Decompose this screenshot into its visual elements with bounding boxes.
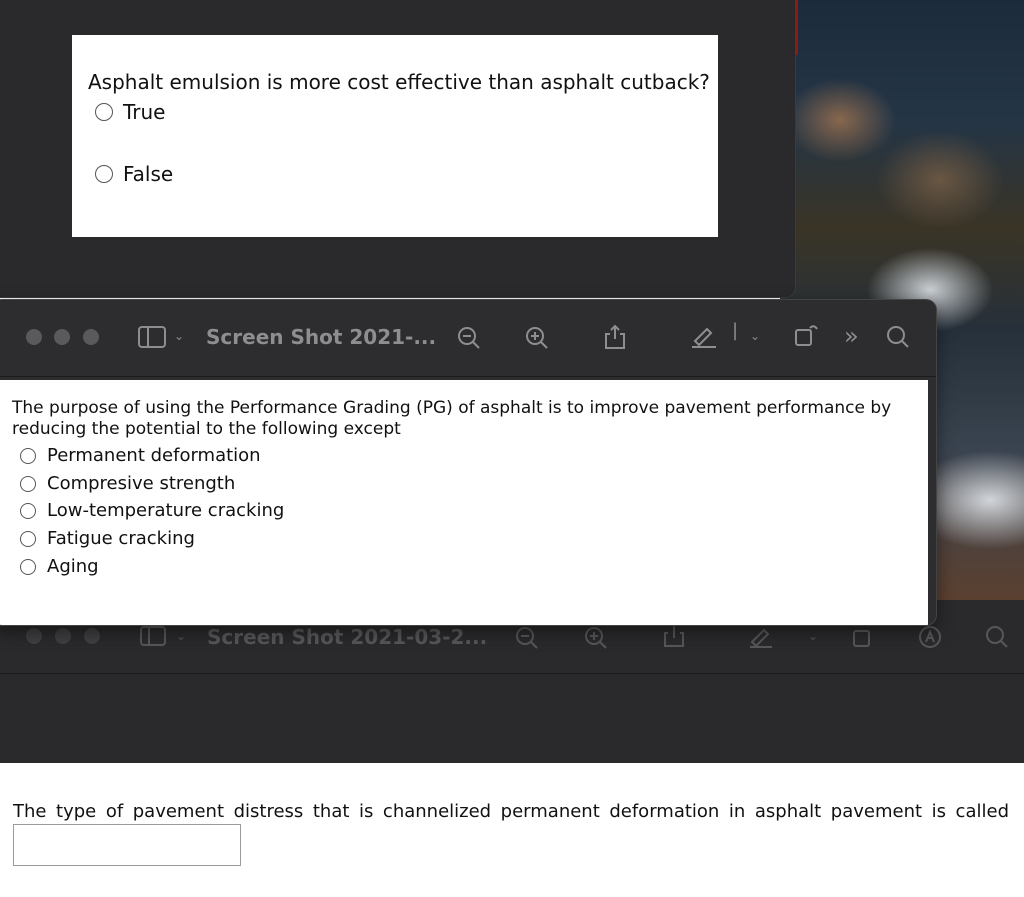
radio-button[interactable] bbox=[95, 103, 113, 121]
question-2-card: The purpose of using the Performance Gra… bbox=[0, 380, 928, 625]
option-label: Compresive strength bbox=[47, 473, 236, 494]
option-low-temperature-cracking[interactable]: Low-temperature cracking bbox=[20, 500, 284, 521]
zoom-out-icon[interactable] bbox=[515, 626, 539, 650]
search-icon[interactable] bbox=[985, 625, 1009, 649]
chevron-down-icon[interactable]: ⌄ bbox=[176, 630, 186, 642]
close-button[interactable] bbox=[26, 628, 42, 644]
chevron-down-icon[interactable]: ⌄ bbox=[750, 330, 760, 342]
markup-pen-icon[interactable] bbox=[748, 626, 774, 648]
radio-button[interactable] bbox=[20, 475, 36, 492]
minimize-button[interactable] bbox=[55, 628, 71, 644]
sidebar-icon[interactable] bbox=[140, 626, 166, 646]
markup-circle-icon[interactable] bbox=[918, 625, 942, 649]
radio-button[interactable] bbox=[95, 165, 113, 183]
radio-button[interactable] bbox=[20, 558, 36, 575]
option-label: True bbox=[123, 100, 166, 124]
zoom-button[interactable] bbox=[83, 329, 99, 345]
chevron-down-icon[interactable]: ⌄ bbox=[808, 630, 818, 642]
zoom-in-icon[interactable] bbox=[584, 626, 608, 650]
radio-button[interactable] bbox=[20, 530, 36, 547]
question-3-prompt: The type of pavement distress that is ch… bbox=[13, 801, 1009, 822]
option-aging[interactable]: Aging bbox=[20, 556, 99, 577]
option-permanent-deformation[interactable]: Permanent deformation bbox=[20, 445, 261, 466]
rotate-icon[interactable] bbox=[852, 626, 874, 648]
option-label: False bbox=[123, 162, 174, 186]
option-label: Aging bbox=[47, 556, 99, 577]
window-title: Screen Shot 2021-... bbox=[206, 325, 437, 349]
share-icon[interactable] bbox=[604, 324, 626, 350]
minimize-button[interactable] bbox=[54, 329, 70, 345]
search-icon[interactable] bbox=[886, 325, 910, 349]
close-button[interactable] bbox=[26, 329, 42, 345]
zoom-out-icon[interactable] bbox=[457, 326, 481, 350]
question-1-card: Asphalt emulsion is more cost effective … bbox=[72, 35, 718, 237]
share-icon[interactable] bbox=[663, 624, 685, 648]
option-true[interactable]: True bbox=[95, 100, 165, 124]
radio-button[interactable] bbox=[20, 447, 36, 464]
answer-input[interactable] bbox=[13, 824, 241, 866]
radio-button[interactable] bbox=[20, 502, 36, 519]
chevron-down-icon[interactable]: ⌄ bbox=[174, 330, 184, 342]
rotate-icon[interactable] bbox=[794, 322, 820, 348]
question-2-prompt: The purpose of using the Performance Gra… bbox=[12, 398, 892, 439]
separator: | bbox=[732, 320, 739, 341]
option-label: Low-temperature cracking bbox=[47, 500, 285, 521]
zoom-button[interactable] bbox=[84, 628, 100, 644]
toolbar-divider bbox=[0, 673, 1024, 674]
option-label: Fatigue cracking bbox=[47, 528, 195, 549]
zoom-in-icon[interactable] bbox=[525, 326, 549, 350]
window-toolbar: ⌄ Screen Shot 2021-... | ⌄ » bbox=[0, 300, 936, 377]
markup-pen-icon[interactable] bbox=[690, 324, 718, 348]
more-icon[interactable]: » bbox=[844, 324, 859, 348]
option-label: Permanent deformation bbox=[47, 445, 261, 466]
preview-window: ⌄ Screen Shot 2021-... | ⌄ » The purpose… bbox=[0, 300, 936, 625]
option-compresive-strength[interactable]: Compresive strength bbox=[20, 473, 235, 494]
option-fatigue-cracking[interactable]: Fatigue cracking bbox=[20, 528, 195, 549]
option-false[interactable]: False bbox=[95, 162, 173, 186]
sidebar-icon[interactable] bbox=[138, 326, 166, 348]
window-title: Screen Shot 2021-03-2... bbox=[207, 625, 488, 649]
question-1-prompt: Asphalt emulsion is more cost effective … bbox=[88, 70, 710, 94]
